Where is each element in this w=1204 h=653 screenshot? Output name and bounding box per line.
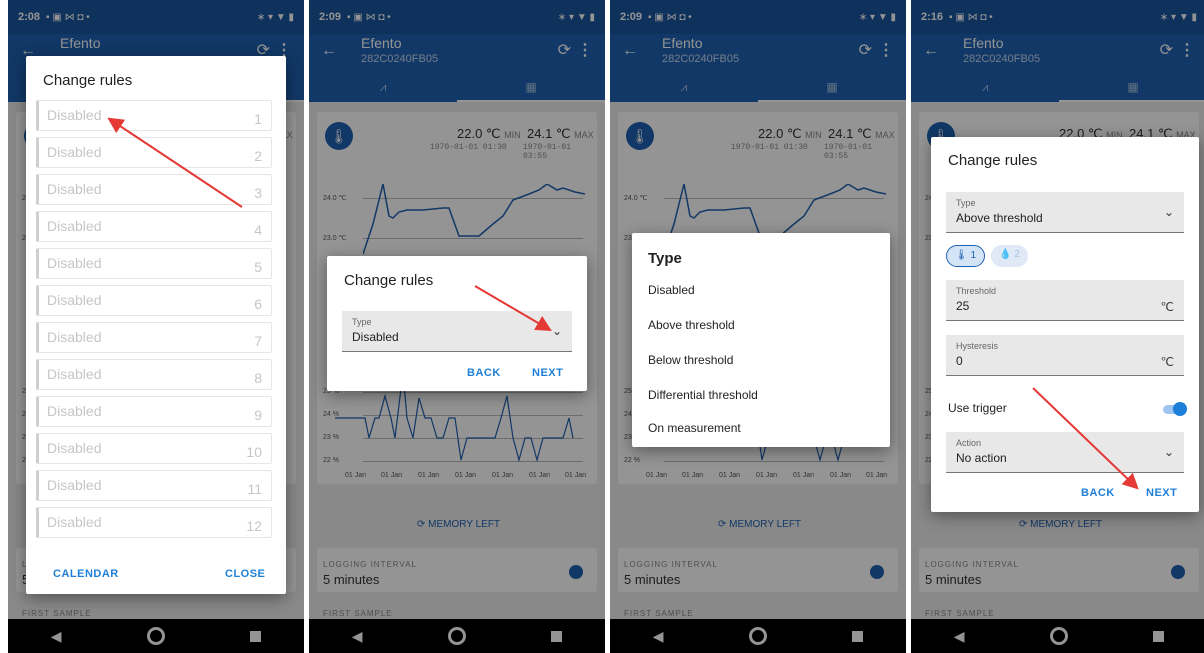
chevron-down-icon: ⌄ (551, 324, 562, 338)
menu-item-differential-threshold[interactable]: Differential threshold (648, 388, 758, 402)
type-select[interactable]: Type Above threshold ⌄ (946, 192, 1184, 233)
rule-item[interactable]: Disabled 3 (36, 174, 272, 205)
action-select[interactable]: Action No action ⌄ (946, 432, 1184, 473)
rule-label: Disabled (47, 514, 102, 530)
rule-number: 2 (254, 148, 262, 164)
use-trigger-label: Use trigger (948, 401, 1007, 415)
type-select[interactable]: Type Disabled ⌄ (342, 311, 572, 352)
threshold-field[interactable]: Threshold 25 ℃ (946, 280, 1184, 321)
change-rules-dialog: Change rules Type Above threshold ⌄ 🌡 1 … (931, 137, 1199, 512)
next-button[interactable]: NEXT (532, 367, 563, 379)
dialog-title: Change rules (344, 272, 434, 289)
rule-label: Disabled (47, 107, 102, 123)
rule-label: Disabled (47, 292, 102, 308)
rule-number: 8 (254, 370, 262, 386)
rule-label: Disabled (47, 440, 102, 456)
rule-label: Disabled (47, 477, 102, 493)
hysteresis-label: Hysteresis (956, 341, 999, 351)
dialog-title: Change rules (43, 72, 133, 89)
chevron-down-icon: ⌄ (1163, 445, 1174, 459)
close-button[interactable]: CLOSE (225, 568, 265, 580)
type-label: Type (352, 317, 372, 327)
sensor-chip-1[interactable]: 🌡 1 (946, 245, 986, 267)
rule-item[interactable]: Disabled 9 (36, 396, 272, 427)
menu-item-on-measurement[interactable]: On measurement (648, 421, 741, 435)
screen-2-type-select: 2:09 ▪ ▣ ⋈ ◘ • ∗ ▾ ▼ ▮ ← Efento 282C0240… (309, 0, 605, 653)
rule-item[interactable]: Disabled 10 (36, 433, 272, 464)
change-rules-dialog: Change rules Disabled 1 Disabled 2 Disabled 3… (26, 56, 286, 594)
rule-number: 1 (254, 111, 262, 127)
use-trigger-toggle[interactable] (1163, 402, 1187, 416)
menu-item-above-threshold[interactable]: Above threshold (648, 318, 735, 332)
threshold-label: Threshold (956, 286, 997, 296)
hysteresis-value: 0 (956, 354, 963, 368)
rule-label: Disabled (47, 181, 102, 197)
back-button[interactable]: BACK (1081, 487, 1115, 499)
screen-4-threshold-config: 2:16 ▪ ▣ ⋈ ◘ • ∗ ▾ ▼ ▮ ← Efento 282C0240… (911, 0, 1204, 653)
change-rules-dialog: Change rules Type Disabled ⌄ BACK NEXT (327, 256, 587, 391)
type-menu-title: Type (648, 250, 682, 267)
toggle-knob (1173, 402, 1187, 416)
hysteresis-unit: ℃ (1160, 355, 1174, 369)
rule-item[interactable]: Disabled 4 (36, 211, 272, 242)
menu-item-below-threshold[interactable]: Below threshold (648, 353, 733, 367)
humidity-icon: 💧 (999, 249, 1012, 260)
sensor-chip-2[interactable]: 💧 2 (991, 245, 1028, 267)
rule-item[interactable]: Disabled 11 (36, 470, 272, 501)
rule-number: 11 (247, 481, 262, 497)
type-menu-dialog: Type Disabled Above threshold Below thre… (632, 233, 890, 447)
back-button[interactable]: BACK (467, 367, 501, 379)
dialog-title: Change rules (948, 152, 1038, 169)
type-value: Above threshold (956, 211, 1043, 225)
rule-label: Disabled (47, 366, 102, 382)
rule-item[interactable]: Disabled 7 (36, 322, 272, 353)
rule-label: Disabled (47, 255, 102, 271)
calendar-button[interactable]: CALENDAR (53, 568, 119, 580)
threshold-value: 25 (956, 299, 970, 313)
rule-item[interactable]: Disabled 2 (36, 137, 272, 168)
rule-number: 3 (254, 185, 262, 201)
rule-label: Disabled (47, 403, 102, 419)
rule-item[interactable]: Disabled 5 (36, 248, 272, 279)
screen-3-type-menu: 2:09 ▪ ▣ ⋈ ◘ • ∗ ▾ ▼ ▮ ← Efento 282C0240… (610, 0, 906, 653)
rule-label: Disabled (47, 144, 102, 160)
rule-label: Disabled (47, 329, 102, 345)
rule-label: Disabled (47, 218, 102, 234)
next-button[interactable]: NEXT (1146, 487, 1177, 499)
rule-item[interactable]: Disabled 1 (36, 100, 272, 131)
rule-item[interactable]: Disabled 6 (36, 285, 272, 316)
menu-item-disabled[interactable]: Disabled (648, 283, 695, 297)
type-label: Type (956, 198, 976, 208)
rule-number: 10 (246, 444, 262, 460)
rule-number: 7 (254, 333, 262, 349)
hysteresis-field[interactable]: Hysteresis 0 ℃ (946, 335, 1184, 376)
rule-number: 4 (254, 222, 262, 238)
rule-item[interactable]: Disabled 12 (36, 507, 272, 538)
rule-number: 6 (254, 296, 262, 312)
thermometer-icon: 🌡 (955, 250, 968, 261)
type-value: Disabled (352, 330, 399, 344)
threshold-unit: ℃ (1160, 300, 1174, 314)
rule-number: 12 (246, 518, 262, 534)
chevron-down-icon: ⌄ (1163, 205, 1174, 219)
action-value: No action (956, 451, 1007, 465)
action-label: Action (956, 438, 982, 448)
rule-number: 9 (254, 407, 262, 423)
rule-number: 5 (254, 259, 262, 275)
rule-item[interactable]: Disabled 8 (36, 359, 272, 390)
screen-1-rules-list: 2:08 ▪ ▣ ⋈ ◘ • ∗ ▾ ▼ ▮ ← Efento ⟳ ⋮ ⩘ ▦ … (8, 0, 304, 653)
